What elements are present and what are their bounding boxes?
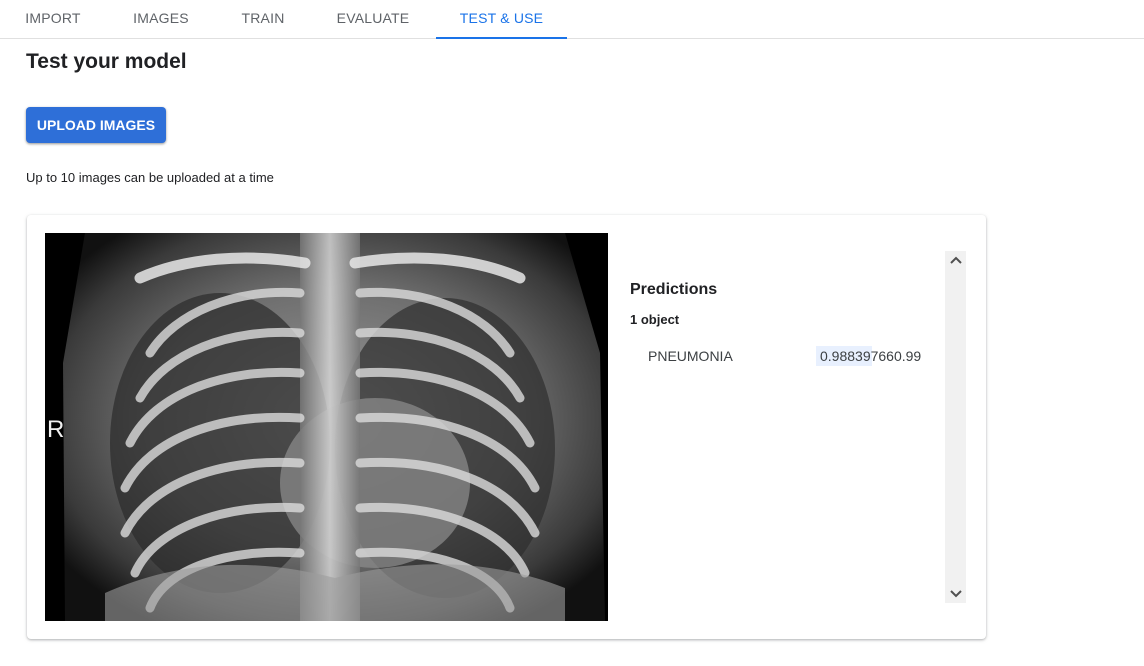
xray-side-marker: R — [47, 416, 65, 443]
prediction-card: R Predictions 1 object PNEUMONIA 0.98839… — [27, 215, 986, 639]
tab-test-and-use[interactable]: TEST & USE — [436, 0, 567, 39]
tab-import[interactable]: IMPORT — [8, 0, 98, 38]
chest-xray-image: R — [45, 233, 608, 621]
chevron-down-icon[interactable] — [945, 585, 966, 603]
tab-images[interactable]: IMAGES — [108, 0, 214, 38]
predictions-title: Predictions — [630, 281, 718, 298]
tab-train[interactable]: TRAIN — [218, 0, 308, 38]
score-rounded: 0.99 — [893, 348, 922, 364]
predictions-count: 1 object — [630, 312, 680, 327]
tab-evaluate[interactable]: EVALUATE — [318, 0, 428, 38]
page-title: Test your model — [26, 50, 187, 73]
chevron-up-icon[interactable] — [945, 251, 966, 269]
prediction-row: PNEUMONIA 0.988397660.99 — [648, 346, 948, 366]
prediction-score: 0.988397660.99 — [816, 346, 930, 366]
tab-bar: IMPORT IMAGES TRAIN EVALUATE TEST & USE — [0, 0, 1144, 39]
score-value: 0.98839766 — [820, 348, 894, 364]
upload-images-button[interactable]: UPLOAD IMAGES — [26, 107, 166, 143]
predictions-panel: Predictions 1 object PNEUMONIA 0.9883976… — [630, 251, 968, 603]
predictions-scrollbar[interactable] — [945, 251, 966, 603]
upload-hint: Up to 10 images can be uploaded at a tim… — [26, 170, 274, 185]
prediction-label: PNEUMONIA — [648, 348, 733, 364]
